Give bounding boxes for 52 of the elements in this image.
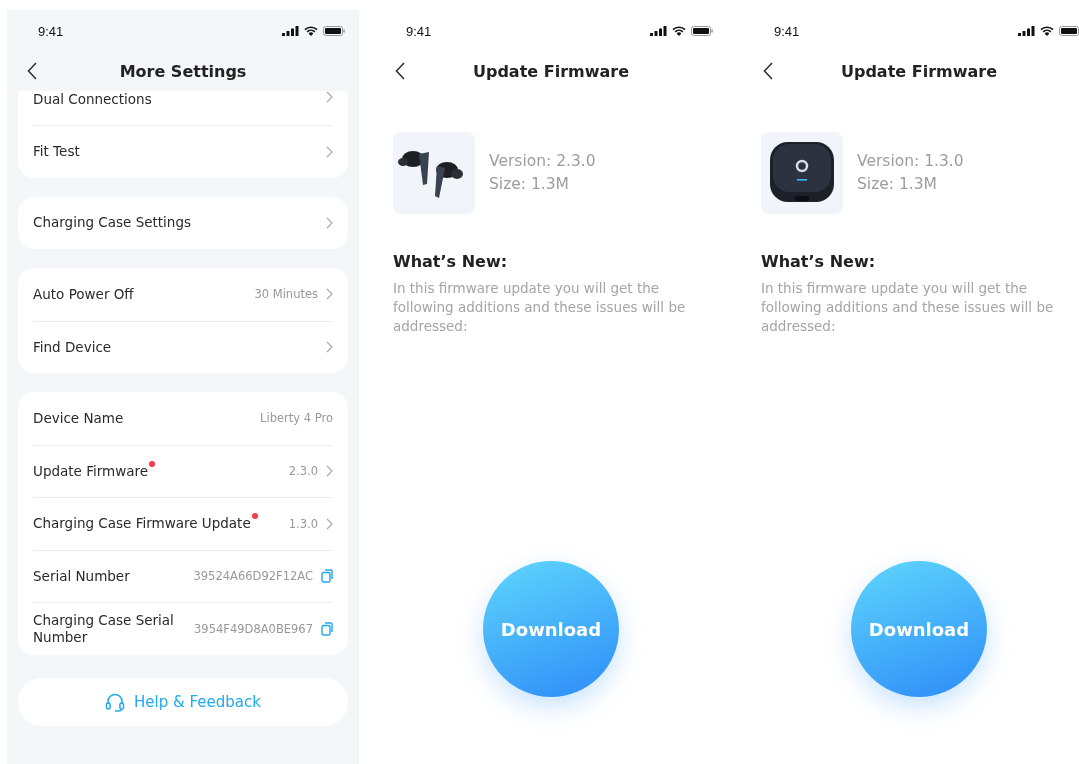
back-icon[interactable] — [763, 62, 773, 80]
back-icon[interactable] — [395, 62, 405, 80]
chevron-icon — [326, 288, 333, 301]
status-time: 9:41 — [774, 23, 800, 39]
battery-icon — [691, 26, 713, 36]
setting-label[interactable]: Charging Case Serial Number — [33, 611, 186, 646]
setting-value: 39524A66D92F12AC — [193, 569, 313, 584]
battery-icon — [1059, 26, 1079, 36]
setting-value: 3954F49D8A0BE967 — [194, 621, 313, 636]
setting-label[interactable]: Update Firmware — [33, 462, 281, 480]
screen-title: More Settings — [119, 62, 247, 81]
firmware-version: Version: 1.3.0 — [857, 151, 964, 172]
signal-icon — [650, 26, 667, 36]
setting-value: 30 Minutes — [254, 287, 318, 302]
firmware-size: Size: 1.3M — [489, 174, 570, 195]
whats-new-heading: What’s New: — [761, 252, 877, 271]
setting-value: 1.3.0 — [288, 516, 318, 531]
chevron-icon — [326, 517, 333, 530]
battery-icon — [323, 26, 345, 36]
copy-icon[interactable] — [321, 569, 333, 584]
wifi-icon — [304, 26, 318, 36]
setting-value: 2.3.0 — [288, 464, 318, 479]
signal-icon — [1018, 26, 1035, 36]
status-time: 9:41 — [38, 23, 64, 39]
setting-label[interactable]: Dual Connections — [33, 91, 318, 108]
setting-label[interactable]: Fit Test — [33, 143, 318, 161]
headset-icon — [105, 691, 126, 712]
setting-label[interactable]: Charging Case Firmware Update — [33, 515, 281, 533]
chevron-icon — [326, 465, 333, 478]
setting-label[interactable]: Charging Case Settings — [33, 214, 318, 232]
whats-new-heading: What’s New: — [393, 252, 509, 271]
screen-title: Update Firmware — [840, 62, 998, 81]
back-icon[interactable] — [27, 62, 37, 80]
chevron-icon — [326, 145, 333, 158]
setting-label[interactable]: Auto Power Off — [33, 285, 247, 303]
wifi-icon — [1040, 26, 1054, 36]
status-time: 9:41 — [406, 23, 432, 39]
firmware-version: Version: 2.3.0 — [489, 151, 596, 172]
wifi-icon — [672, 26, 686, 36]
copy-icon[interactable] — [321, 621, 333, 636]
setting-label[interactable]: Device Name — [33, 409, 253, 427]
chevron-icon — [326, 216, 333, 229]
whats-new-text: In this firmware update you will get the following additions and these issues will be addressed: — [761, 279, 1055, 336]
whats-new-text: In this firmware update you will get the following additions and these issues will be addressed: — [393, 279, 687, 336]
firmware-size: Size: 1.3M — [857, 174, 938, 195]
setting-label[interactable]: Serial Number — [33, 567, 186, 585]
chevron-icon — [326, 341, 333, 354]
screen-title: Update Firmware — [472, 62, 630, 81]
signal-icon — [282, 26, 299, 36]
chevron-icon — [326, 91, 333, 103]
setting-label[interactable]: Find Device — [33, 338, 318, 356]
setting-value: Liberty 4 Pro — [260, 411, 333, 426]
